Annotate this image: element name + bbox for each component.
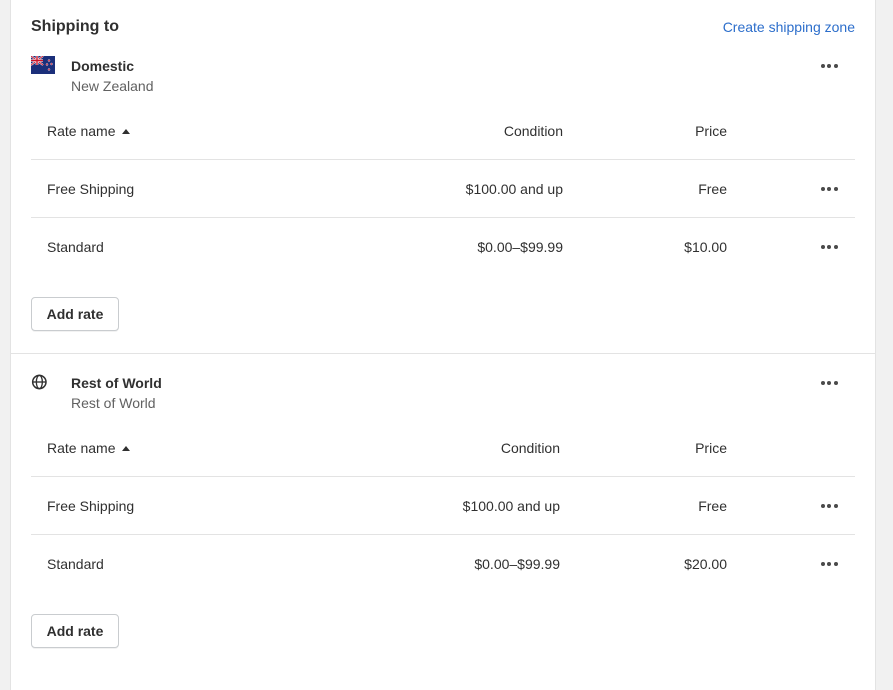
table-row: Standard $0.00–$99.99 $20.00 (31, 535, 855, 593)
table-row: Free Shipping $100.00 and up Free (31, 477, 855, 535)
table-header-row: Rate name Condition Price (31, 102, 855, 160)
table-row: Free Shipping $100.00 and up Free (31, 160, 855, 218)
column-header-condition: Condition (500, 440, 560, 456)
zone-name: Rest of World (71, 375, 162, 391)
card-title: Shipping to (31, 18, 119, 35)
add-rate-button[interactable]: Add rate (31, 614, 119, 648)
rate-price: Free (698, 181, 727, 197)
rate-more-actions-button[interactable] (815, 237, 843, 257)
zone-divider (11, 353, 875, 354)
create-shipping-zone-link[interactable]: Create shipping zone (723, 19, 855, 35)
zone-more-actions-button[interactable] (815, 373, 843, 393)
rate-name: Free Shipping (47, 181, 135, 197)
rate-more-actions-button[interactable] (815, 179, 843, 199)
rate-condition: $100.00 and up (465, 181, 563, 197)
nz-flag-icon (31, 56, 55, 74)
rate-condition: $100.00 and up (462, 498, 560, 514)
rate-condition: $0.00–$99.99 (474, 556, 560, 572)
rate-name: Standard (47, 556, 104, 572)
rate-price: Free (698, 498, 727, 514)
rate-name: Standard (47, 239, 104, 255)
zone-countries: New Zealand (71, 78, 154, 94)
column-header-rate-name[interactable]: Rate name (47, 102, 131, 160)
table-row: Standard $0.00–$99.99 $10.00 (31, 218, 855, 276)
sort-ascending-icon[interactable] (122, 445, 131, 451)
globe-icon (31, 374, 47, 390)
rate-more-actions-button[interactable] (815, 554, 843, 574)
column-header-price: Price (695, 440, 727, 456)
sort-ascending-icon[interactable] (122, 128, 131, 134)
zone-countries: Rest of World (71, 395, 156, 411)
column-header-condition: Condition (503, 123, 563, 139)
card-header: Shipping to Create shipping zone (31, 14, 855, 40)
rate-price: $20.00 (684, 556, 727, 572)
rate-more-actions-button[interactable] (815, 496, 843, 516)
zone-more-actions-button[interactable] (815, 56, 843, 76)
rate-name: Free Shipping (47, 498, 135, 514)
zone-header: Rest of World Rest of World (31, 369, 855, 413)
column-header-price: Price (695, 123, 727, 139)
rate-condition: $0.00–$99.99 (477, 239, 563, 255)
add-rate-button[interactable]: Add rate (31, 297, 119, 331)
column-header-rate-name[interactable]: Rate name (47, 419, 131, 477)
shipping-card: Shipping to Create shipping zone Domesti… (10, 0, 876, 690)
table-header-row: Rate name Condition Price (31, 419, 855, 477)
zone-name: Domestic (71, 58, 135, 74)
rate-price: $10.00 (684, 239, 727, 255)
zone-header: Domestic New Zealand (31, 52, 855, 96)
